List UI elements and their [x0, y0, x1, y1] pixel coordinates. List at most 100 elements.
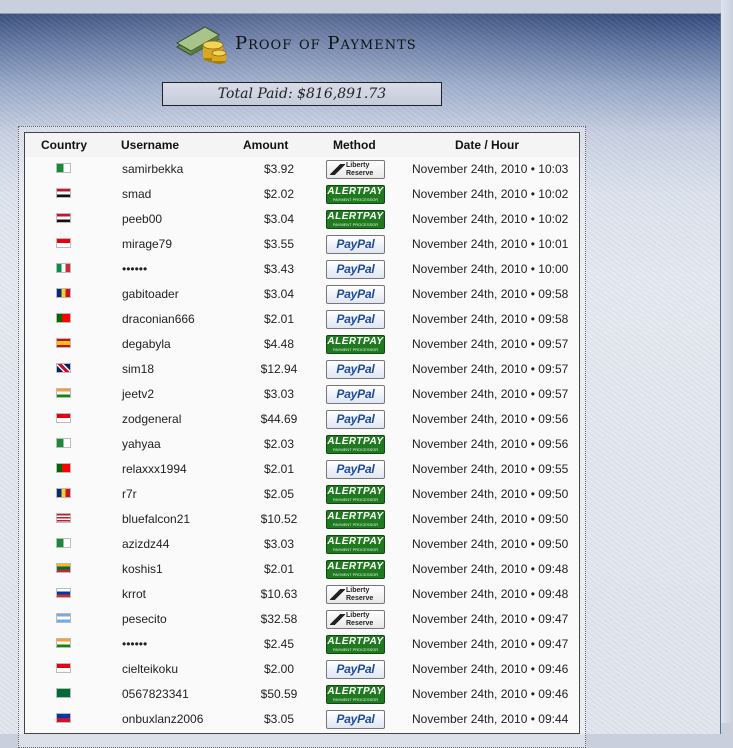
alertpay-sublabel: PAYMENT PROCESSOR [332, 447, 379, 452]
paypal-logo-icon: PayPal [326, 410, 385, 429]
date-cell: November 24th, 2010 • 09:58 [412, 287, 569, 301]
amount-cell: $10.63 [260, 587, 298, 601]
amount-cell: $2.01 [263, 562, 295, 576]
username-cell: koshis1 [122, 562, 163, 576]
table-row: mirage79 $3.55 PayPal November 24th, 2010 •… [25, 233, 579, 258]
country-flag-icon [56, 688, 71, 698]
total-paid-box: Total Paid: $816,891.73 [162, 82, 442, 106]
date-cell: November 24th, 2010 • 09:46 [412, 662, 569, 676]
date-cell: November 24th, 2010 • 09:56 [412, 437, 569, 451]
username-cell: peeb00 [122, 212, 163, 226]
table-row: relaxxx1994 $2.01 PayPal November 24th, 201… [25, 458, 579, 483]
username-cell: •••••• [122, 637, 148, 651]
country-flag-icon [56, 488, 71, 498]
username-cell: gabitoader [122, 287, 179, 301]
amount-cell: $3.04 [263, 287, 295, 301]
paypal-logo-icon: PayPal [326, 235, 385, 254]
alertpay-sublabel: PAYMENT PROCESSOR [332, 547, 379, 552]
alertpay-logo-icon: ALERTPAY PAYMENT PROCESSOR [326, 510, 385, 529]
username-cell: krrot [122, 587, 146, 601]
alertpay-logo-icon: ALERTPAY PAYMENT PROCESSOR [326, 185, 385, 204]
alertpay-sublabel: PAYMENT PROCESSOR [332, 572, 379, 577]
date-cell: November 24th, 2010 • 10:02 [412, 212, 569, 226]
date-cell: November 24th, 2010 • 09:58 [412, 312, 569, 326]
alertpay-label: ALERTPAY [327, 486, 384, 497]
liberty-label: Liberty Reserve [346, 162, 374, 177]
table-row: •••••• $3.43 PayPal November 24th, 2010 • 1… [25, 258, 579, 283]
paypal-label: PayPal [336, 312, 375, 326]
alertpay-label: ALERTPAY [327, 336, 384, 347]
date-cell: November 24th, 2010 • 09:50 [412, 537, 569, 551]
paypal-logo-icon: PayPal [326, 385, 385, 404]
username-cell: jeetv2 [122, 387, 155, 401]
table-row: draconian666 $2.01 PayPal November 24th, 20… [25, 308, 579, 333]
amount-cell: $3.92 [263, 162, 295, 176]
table-row: yahyaa $2.03 ALERTPAY PAYMENT PROCESSOR Nove… [25, 433, 579, 458]
alertpay-sublabel: PAYMENT PROCESSOR [332, 497, 379, 502]
country-flag-icon [56, 163, 71, 173]
liberty-reserve-logo-icon: Liberty Reserve [326, 585, 385, 604]
country-flag-icon [56, 263, 71, 273]
alertpay-label: ALERTPAY [327, 436, 384, 447]
paypal-label: PayPal [336, 362, 375, 376]
alertpay-logo-icon: ALERTPAY PAYMENT PROCESSOR [326, 535, 385, 554]
country-flag-icon [56, 613, 71, 623]
table-row: r7r $2.05 ALERTPAY PAYMENT PROCESSOR Novembe… [25, 483, 579, 508]
amount-cell: $2.00 [263, 662, 295, 676]
country-flag-icon [56, 288, 71, 298]
date-cell: November 24th, 2010 • 09:46 [412, 687, 569, 701]
amount-cell: $44.69 [260, 412, 298, 426]
page-title: Proof of Payments [235, 33, 417, 54]
alertpay-label: ALERTPAY [327, 686, 384, 697]
alertpay-label: ALERTPAY [327, 211, 384, 222]
username-cell: azizdz44 [122, 537, 170, 551]
date-cell: November 24th, 2010 • 10:00 [412, 262, 569, 276]
username-cell: pesecito [122, 612, 167, 626]
country-flag-icon [56, 513, 71, 523]
alertpay-logo-icon: ALERTPAY PAYMENT PROCESSOR [326, 335, 385, 354]
amount-cell: $50.59 [260, 687, 298, 701]
table-row: degabyla $4.48 ALERTPAY PAYMENT PROCESSOR No… [25, 333, 579, 358]
table-row: •••••• $2.45 ALERTPAY PAYMENT PROCESSOR Nove… [25, 633, 579, 658]
liberty-reserve-logo-icon: Liberty Reserve [326, 160, 385, 179]
amount-cell: $3.04 [263, 212, 295, 226]
paypal-label: PayPal [336, 237, 375, 251]
alertpay-sublabel: PAYMENT PROCESSOR [332, 347, 379, 352]
date-cell: November 24th, 2010 • 09:48 [412, 562, 569, 576]
country-flag-icon [56, 438, 71, 448]
paypal-label: PayPal [336, 712, 375, 726]
money-stack-icon [175, 26, 227, 64]
country-flag-icon [56, 538, 71, 548]
username-cell: relaxxx1994 [122, 462, 187, 476]
date-cell: November 24th, 2010 • 09:47 [412, 612, 569, 626]
amount-cell: $32.58 [260, 612, 298, 626]
alertpay-logo-icon: ALERTPAY PAYMENT PROCESSOR [326, 560, 385, 579]
alertpay-logo-icon: ALERTPAY PAYMENT PROCESSOR [326, 485, 385, 504]
amount-cell: $2.01 [263, 312, 295, 326]
alertpay-label: ALERTPAY [327, 561, 384, 572]
table-row: samirbekka $3.92 Liberty Reserve November 2… [25, 158, 579, 183]
alertpay-logo-icon: ALERTPAY PAYMENT PROCESSOR [326, 685, 385, 704]
date-cell: November 24th, 2010 • 09:50 [412, 487, 569, 501]
amount-cell: $3.05 [263, 712, 295, 726]
alertpay-label: ALERTPAY [327, 536, 384, 547]
table-row: jeetv2 $3.03 PayPal November 24th, 2010 • 0… [25, 383, 579, 408]
paypal-logo-icon: PayPal [326, 360, 385, 379]
username-cell: yahyaa [122, 437, 161, 451]
username-cell: draconian666 [122, 312, 195, 326]
liberty-label: Liberty Reserve [346, 587, 374, 602]
table-row: onbuxlanz2006 $3.05 PayPal November 24th, 2… [25, 708, 579, 733]
country-flag-icon [56, 213, 71, 223]
amount-cell: $2.02 [263, 187, 295, 201]
country-flag-icon [56, 238, 71, 248]
date-cell: November 24th, 2010 • 10:02 [412, 187, 569, 201]
date-cell: November 24th, 2010 • 09:57 [412, 387, 569, 401]
paypal-logo-icon: PayPal [326, 285, 385, 304]
date-cell: November 24th, 2010 • 09:57 [412, 362, 569, 376]
amount-cell: $3.43 [263, 262, 295, 276]
table-row: azizdz44 $3.03 ALERTPAY PAYMENT PROCESSOR No… [25, 533, 579, 558]
country-flag-icon [56, 388, 71, 398]
table-row: peeb00 $3.04 ALERTPAY PAYMENT PROCESSOR Nove… [25, 208, 579, 233]
table-header-row: Country Username Amount Method Date / Ho… [25, 133, 579, 157]
amount-cell: $4.48 [263, 337, 295, 351]
